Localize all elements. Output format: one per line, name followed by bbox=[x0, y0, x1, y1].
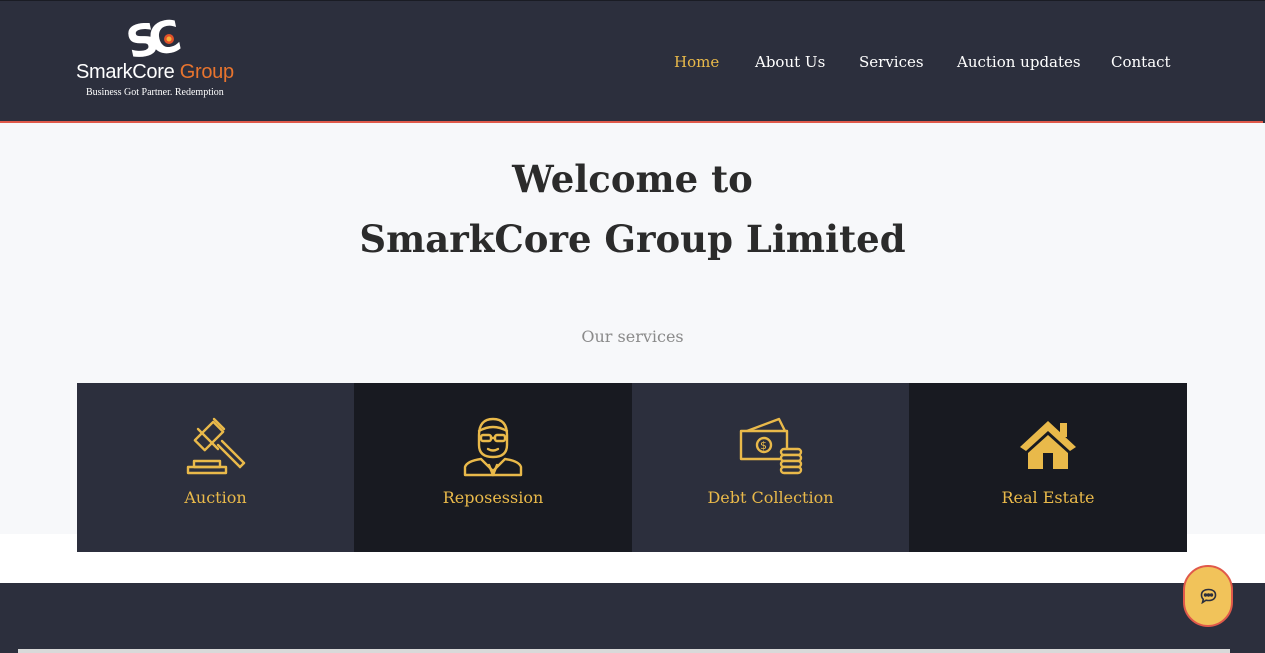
service-card-reposession[interactable]: Reposession bbox=[354, 383, 632, 552]
footer-band bbox=[0, 583, 1265, 653]
nav-services[interactable]: Services bbox=[859, 53, 924, 71]
brand-name-part1: SmarkCore bbox=[76, 61, 175, 83]
services-heading: Our services bbox=[581, 327, 684, 346]
service-label-debt-collection: Debt Collection bbox=[707, 488, 834, 507]
nav-auction-updates[interactable]: Auction updates bbox=[957, 53, 1081, 71]
logo-mark-icon: S C bbox=[124, 10, 186, 63]
hero-title-line2: SmarkCore Group Limited bbox=[359, 217, 906, 261]
site-header: S C SmarkCore Group Business Got Partner… bbox=[0, 0, 1265, 123]
brand-logo[interactable]: S C SmarkCore Group Business Got Partner… bbox=[76, 9, 246, 101]
svg-text:$: $ bbox=[760, 439, 767, 452]
service-label-real-estate: Real Estate bbox=[1001, 488, 1095, 507]
house-icon bbox=[1020, 421, 1076, 469]
service-card-debt-collection[interactable]: $ Debt Collection bbox=[632, 383, 909, 552]
money-coins-icon: $ bbox=[739, 417, 802, 475]
horizontal-scrollbar[interactable] bbox=[18, 649, 1230, 653]
nav-home[interactable]: Home bbox=[674, 53, 719, 71]
hero-title-line1: Welcome to bbox=[512, 157, 753, 201]
gavel-icon bbox=[186, 417, 245, 475]
chat-button[interactable] bbox=[1183, 565, 1233, 627]
brand-tagline: Business Got Partner. Redemption bbox=[86, 87, 224, 98]
service-card-real-estate[interactable]: Real Estate bbox=[909, 383, 1187, 552]
brand-name: SmarkCore Group bbox=[76, 61, 246, 84]
brand-name-part2: Group bbox=[179, 61, 234, 83]
services-grid: Auction Reposession $ Debt Collection Re… bbox=[77, 383, 1187, 552]
service-card-auction[interactable]: Auction bbox=[77, 383, 354, 552]
repo-agent-icon bbox=[463, 417, 523, 477]
service-label-auction: Auction bbox=[184, 488, 247, 507]
chat-icon bbox=[1200, 588, 1217, 604]
nav-about-us[interactable]: About Us bbox=[755, 53, 825, 71]
nav-contact[interactable]: Contact bbox=[1111, 53, 1171, 71]
service-label-reposession: Reposession bbox=[442, 488, 544, 507]
